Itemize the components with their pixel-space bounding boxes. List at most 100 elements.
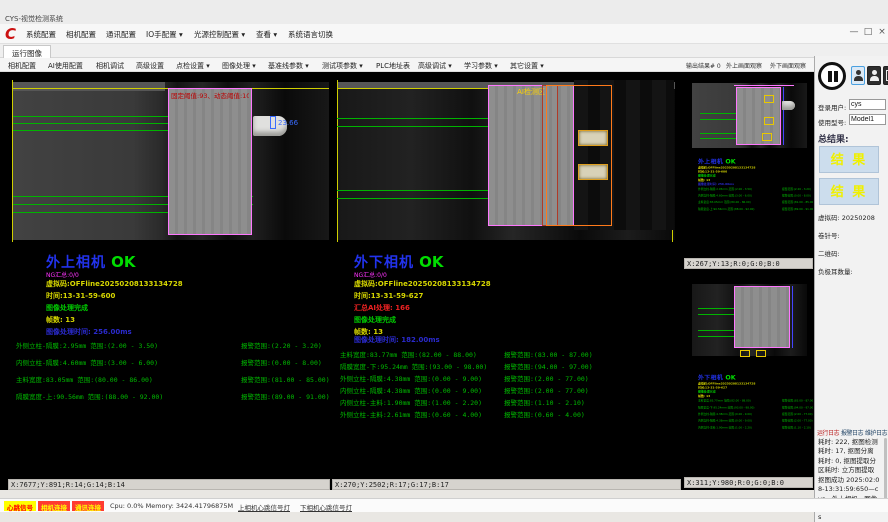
ai-summary-line: 汇总AI处理: 166 — [354, 303, 410, 313]
tool-advanced-debug[interactable]: 高级调试 ▾ — [418, 61, 452, 71]
user-icon — [870, 76, 879, 81]
tool-plc-address[interactable]: PLC地址表 — [376, 61, 410, 71]
green-measure-line — [700, 113, 736, 114]
process-done-line: 图像处理完成 — [354, 315, 396, 325]
green-measure-line — [337, 198, 489, 199]
green-measure-line — [698, 336, 734, 337]
menu-comm-config[interactable]: 通讯配置 — [106, 29, 136, 40]
measurement-row: 外侧立柱-隔膜:2.95mm 范围:(2.00 - 3.50) 报警范围:(2.… — [8, 340, 330, 350]
pause-icon — [828, 71, 832, 82]
model-input[interactable] — [849, 114, 886, 125]
login-user-button[interactable] — [851, 66, 865, 85]
menu-view[interactable]: 查看 ▾ — [256, 29, 277, 40]
menu-system-config[interactable]: 系统配置 — [26, 29, 56, 40]
virtual-code-line: 虚拟码:OFFline20250208133134728 — [354, 279, 491, 289]
tool-camera-debug[interactable]: 相机调试 — [96, 61, 124, 71]
status-ok: OK — [419, 253, 443, 271]
virtual-code-value: 20250208 — [842, 214, 875, 222]
magenta-line — [734, 85, 794, 86]
green-measure-line — [13, 123, 169, 124]
minimize-icon[interactable]: — — [848, 27, 860, 37]
green-measure-line — [13, 130, 169, 131]
green-measure-line — [13, 212, 169, 213]
virtual-code-line: 虚拟码:OFFline20250208133134728 — [46, 279, 183, 289]
lower-camera-heartbeat-link[interactable]: 下相机心跳信号灯 — [300, 502, 352, 512]
tab-connector-shape — [578, 130, 608, 146]
lower-camera-image[interactable]: AI检测区 — [332, 72, 681, 247]
menu-language-switch[interactable]: 系统语言切换 — [288, 29, 333, 40]
upper-camera-image[interactable]: 固定阈值:93、动态阈值:100 23.66 — [8, 72, 330, 247]
tool-baseline-params[interactable]: 基准线参数 ▾ — [268, 61, 309, 71]
inspected-part-region: 固定阈值:93、动态阈值:100 — [168, 88, 252, 235]
process-time-line: 图像处理时间: 256.00ms — [46, 327, 132, 337]
mini-header-upper-view[interactable]: 外上画面观察 — [726, 61, 762, 70]
user-icon — [872, 70, 877, 75]
exit-button[interactable]: → — [883, 66, 888, 85]
process-done-line: 图像处理完成 — [46, 303, 88, 313]
user-manage-button[interactable] — [867, 66, 881, 85]
tab-connector-shape — [782, 101, 795, 110]
measurement-row: 外侧立柱-隔膜:4.38mm 范围:(0.00 - 9.00) 报警范围:(2.… — [332, 373, 681, 383]
tool-test-params[interactable]: 测试项参数 ▾ — [322, 61, 363, 71]
login-user-label: 登录用户: — [818, 102, 846, 112]
title-bar: CYS-视觉检测系统 — [0, 0, 888, 24]
thumbnail-image[interactable]: 外上相机 OK 虚拟码:OFFline20250208133134728 时间:… — [684, 75, 813, 258]
green-measure-line — [700, 138, 736, 139]
green-measure-line — [698, 308, 734, 309]
upper-camera-pane: 固定阈值:93、动态阈值:100 23.66 外上相机 OK NG汇总:0/0 … — [8, 72, 330, 490]
brand-logo-icon: C — [5, 25, 16, 43]
user-icon — [856, 70, 861, 75]
close-icon[interactable]: × — [876, 27, 888, 37]
tool-ai-config[interactable]: AI使用配置 — [48, 61, 83, 71]
tool-image-process[interactable]: 图像处理 ▾ — [222, 61, 256, 71]
tool-advanced-setting[interactable]: 高级设置 — [136, 61, 164, 71]
camera-link-status-badge: 相机连接 — [38, 501, 70, 511]
measurement-row: 内侧立柱-主料:1.90mm 范围:(1.00 - 2.20) 报警范围:(1.… — [332, 397, 681, 407]
lower-camera-thumbnail-pane: 外下相机 OK 虚拟码:OFFline20250208133134728 时间:… — [684, 278, 813, 488]
menu-io-config[interactable]: IO手配置 ▾ — [146, 29, 183, 40]
tab-strip: 运行图像 — [0, 44, 888, 58]
cpu-memory-readout: Cpu: 0.0% Memory: 3424.41796875M — [110, 502, 233, 510]
tool-learn-params[interactable]: 学习参数 ▾ — [464, 61, 498, 71]
time-line: 时间:13-31-59-627 — [354, 291, 423, 301]
login-user-input[interactable] — [849, 99, 886, 110]
tool-other-settings[interactable]: 其它设置 ▾ — [510, 61, 544, 71]
log-tab-maint[interactable]: 维护日志 — [865, 428, 887, 437]
total-result-label: 总结果: — [818, 132, 849, 145]
menu-light-config[interactable]: 光源控制配置 ▾ — [194, 29, 245, 40]
measurement-row: 主料宽度:83.05mm 范围:(80.00 - 86.00) 报警范围:(81… — [8, 374, 330, 384]
log-tab-run[interactable]: 运行日志 — [817, 428, 839, 437]
blue-edge-line — [783, 87, 784, 145]
yellow-reference-line — [12, 80, 13, 242]
mini-header-lower-view[interactable]: 外下画面观察 — [770, 61, 806, 70]
pause-button[interactable] — [818, 62, 846, 90]
menu-bar: C 系统配置 相机配置 通讯配置 IO手配置 ▾ 光源控制配置 ▾ 查看 ▾ 系… — [0, 24, 888, 44]
measurement-row: 内侧立柱-隔膜:4.38mm 范围:(0.00 - 9.00) 报警范围:(2.… — [332, 385, 681, 395]
green-measure-line — [700, 133, 736, 134]
yellow-annotation-box — [764, 117, 774, 125]
upper-camera-heartbeat-link[interactable]: 上相机心跳信号灯 — [238, 502, 290, 512]
toolbar: 相机配置 AI使用配置 相机调试 高级设置 点检设置 ▾ 图像处理 ▾ 基准线参… — [0, 58, 888, 72]
upper-camera-thumbnail-pane: 外上相机 OK 虚拟码:OFFline20250208133134728 时间:… — [684, 75, 813, 269]
blue-measure-box — [270, 116, 276, 129]
menu-camera-config[interactable]: 相机配置 — [66, 29, 96, 40]
camera-result-title: 外下相机 OK — [354, 252, 443, 272]
time-line: 时间:13-31-59-600 — [46, 291, 115, 301]
green-measure-line — [337, 190, 489, 191]
status-bar: 心跳信号 相机连接 通讯连接 Cpu: 0.0% Memory: 3424.41… — [0, 498, 888, 512]
threshold-overlay-label: 固定阈值:93、动态阈值:100 — [171, 90, 249, 100]
yellow-reference-line — [337, 80, 338, 242]
tool-camera-config[interactable]: 相机配置 — [8, 61, 36, 71]
blue-edge-line — [792, 286, 793, 348]
ai-detect-box — [546, 85, 612, 226]
measure-value-label: 23.66 — [278, 119, 298, 127]
tab-run-image[interactable]: 运行图像 — [3, 45, 51, 58]
tool-spot-check[interactable]: 点检设置 ▾ — [176, 61, 210, 71]
measurement-row: 外侧立柱-主料:2.61mm 范围:(0.60 - 4.00) 报警范围:(0.… — [332, 409, 681, 419]
pause-icon — [834, 71, 838, 82]
log-tab-alarm[interactable]: 报警日志 — [841, 428, 863, 437]
yellow-annotation-box — [764, 95, 774, 103]
thumbnail-image[interactable]: 外下相机 OK 虚拟码:OFFline20250208133134728 时间:… — [684, 278, 813, 475]
measurement-row: 隔膜宽度-上:90.56mm 范围:(88.00 - 92.00) 报警范围:(… — [8, 391, 330, 401]
maximize-icon[interactable]: □ — [862, 27, 874, 37]
